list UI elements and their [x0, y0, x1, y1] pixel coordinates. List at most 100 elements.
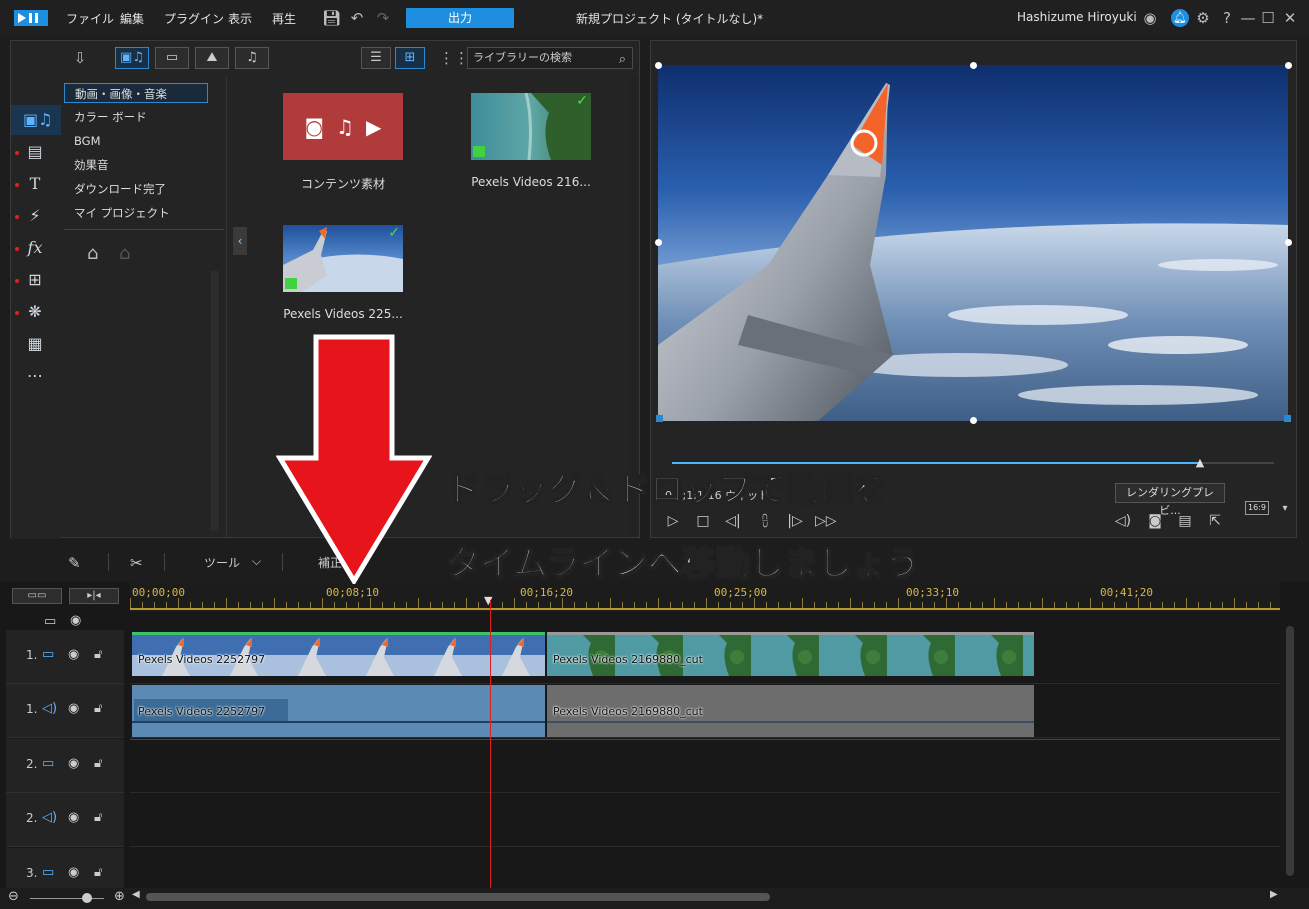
undo-icon[interactable]: ↶ [348, 9, 366, 27]
resize-handle[interactable] [970, 417, 977, 424]
maximize-icon[interactable]: ☐ [1259, 9, 1277, 27]
filter-video-button[interactable]: ▣♫ [115, 47, 149, 69]
eye-icon[interactable]: ◉ [70, 613, 81, 628]
library-search-input[interactable]: ライブラリーの検索 ⌕ [467, 47, 633, 69]
scissors-icon[interactable]: ✂ [130, 554, 143, 572]
media-room-icon[interactable]: ▣♫ [23, 109, 52, 131]
zoom-out-icon[interactable]: ⊖ [8, 889, 19, 904]
chevron-down-icon[interactable]: ▾ [1275, 499, 1295, 519]
fast-forward-icon[interactable]: ▷▷ [815, 511, 837, 531]
template-room-icon[interactable]: ▤ [23, 141, 47, 163]
menu-file[interactable]: ファイル [66, 10, 114, 27]
eye-icon[interactable]: ◉ [68, 756, 79, 771]
filter-film-button[interactable]: ▭ [155, 47, 189, 69]
lock-icon[interactable]: 🔓︎ [94, 756, 102, 771]
category-media[interactable]: 動画・画像・音楽 [64, 83, 208, 103]
chevron-down-icon[interactable]: ⌵ [252, 554, 261, 569]
wing-video-thumb[interactable]: ✓ [283, 225, 403, 292]
menu-edit[interactable]: 編集 [120, 10, 144, 27]
category-scrollbar[interactable] [211, 271, 219, 531]
play-icon[interactable]: ▷ [663, 511, 683, 531]
account-icon[interactable]: ◉ [1141, 9, 1159, 27]
lock-icon[interactable]: 🔓︎ [94, 810, 102, 825]
scroll-left-icon[interactable]: ◀ [132, 889, 140, 900]
import-icon[interactable]: ⇩ [71, 49, 89, 67]
aspect-ratio-button[interactable]: 16:9 [1245, 501, 1269, 515]
category-sfx[interactable]: 効果音 [64, 155, 208, 175]
audio-clip-aerial[interactable]: Pexels Videos 2169880_cut [547, 685, 1034, 737]
playhead[interactable] [490, 600, 491, 890]
pen-icon[interactable]: ✎ [68, 554, 81, 572]
track-row-video-2[interactable] [130, 739, 1280, 793]
pip-room-icon[interactable]: ⊞ [23, 269, 47, 291]
particle-room-icon[interactable]: ❋ [23, 301, 47, 323]
camera-icon[interactable]: ◙ [1145, 511, 1165, 531]
track-manager-button[interactable]: ▭▭ [12, 588, 62, 604]
grid-view-button[interactable]: ⊞ [395, 47, 425, 69]
category-my-projects[interactable]: マイ プロジェクト [64, 203, 208, 223]
output-button[interactable]: 出力 [406, 8, 514, 28]
category-bgm[interactable]: BGM [64, 131, 208, 151]
transition-room-icon[interactable]: ⚡ [23, 205, 47, 227]
save-icon[interactable]: 💾︎ [322, 9, 341, 27]
more-icon[interactable]: ⋯ [23, 365, 47, 387]
zoom-in-icon[interactable]: ⊕ [114, 889, 125, 904]
close-icon[interactable]: ✕ [1281, 9, 1299, 27]
search-icon[interactable]: ⌕ [619, 50, 626, 70]
filter-audio-button[interactable]: ♫ [235, 47, 269, 69]
gear-icon[interactable]: ⚙ [1194, 9, 1212, 27]
corner-handle[interactable] [656, 415, 663, 422]
eye-icon[interactable]: ◉ [68, 865, 79, 880]
user-name[interactable]: Hashizume Hiroyuki [1017, 10, 1137, 24]
list-view-button[interactable]: ☰ [361, 47, 391, 69]
eye-icon[interactable]: ◉ [68, 647, 79, 662]
subtitle-track-icon[interactable]: ▭ [44, 614, 56, 629]
resize-handle[interactable] [655, 239, 662, 246]
corner-handle[interactable] [1284, 415, 1291, 422]
resize-handle[interactable] [1285, 62, 1292, 69]
notification-icon[interactable]: 🔔︎ [1171, 9, 1189, 27]
add-tag-icon[interactable]: ⌂ [87, 243, 98, 264]
prev-frame-icon[interactable]: ◁| [723, 511, 743, 531]
menu-plugin[interactable]: プラグイン [164, 10, 224, 27]
zoom-slider[interactable] [30, 898, 104, 899]
video-clip-aerial[interactable]: Pexels Videos 2169880_cut [547, 632, 1034, 676]
sort-icon[interactable]: ⋮⋮ [439, 49, 469, 67]
subtitle-room-icon[interactable]: ▦ [23, 333, 47, 355]
resize-handle[interactable] [970, 62, 977, 69]
menu-playback[interactable]: 再生 [272, 10, 296, 27]
subtitle-icon[interactable]: ▤ [1175, 511, 1195, 531]
redo-icon[interactable]: ↷ [374, 9, 392, 27]
resize-handle[interactable] [1285, 239, 1292, 246]
time-ruler[interactable]: 00;00;00 00;08;10 00;16;20 00;25;00 00;3… [130, 582, 1280, 612]
playhead-marker-icon[interactable]: ▼ [484, 594, 498, 607]
effect-room-icon[interactable]: fx [23, 237, 47, 259]
audio-clip-wing[interactable]: Pexels Videos 2252797 [132, 685, 545, 737]
snapshot-frame-icon[interactable]: ⩉ [755, 511, 775, 531]
track-row-audio-2[interactable] [130, 793, 1280, 847]
timeline-hscroll[interactable] [146, 893, 770, 901]
timeline-vscroll[interactable] [1286, 626, 1294, 876]
fit-timeline-button[interactable]: ▸|◂ [69, 588, 119, 604]
progress-knob-icon[interactable]: ▲ [1196, 456, 1208, 469]
stop-icon[interactable]: □ [693, 511, 713, 531]
tools-menu[interactable]: ツール [204, 554, 240, 571]
lock-icon[interactable]: 🔓︎ [94, 647, 102, 662]
lock-icon[interactable]: 🔓︎ [94, 865, 102, 880]
title-room-icon[interactable]: T [23, 173, 47, 195]
preview-video[interactable] [658, 65, 1288, 421]
category-color-board[interactable]: カラー ボード [64, 107, 208, 127]
category-downloads[interactable]: ダウンロード完了 [64, 179, 208, 199]
eye-icon[interactable]: ◉ [68, 701, 79, 716]
eye-icon[interactable]: ◉ [68, 810, 79, 825]
undock-icon[interactable]: ⇱ [1205, 511, 1225, 531]
lock-icon[interactable]: 🔓︎ [94, 701, 102, 716]
video-clip-wing[interactable]: Pexels Videos 2252797 [132, 632, 545, 676]
minimize-icon[interactable]: — [1239, 9, 1257, 27]
menu-view[interactable]: 表示 [228, 10, 252, 27]
resize-handle[interactable] [655, 62, 662, 69]
help-icon[interactable]: ? [1218, 9, 1236, 27]
content-material-thumb[interactable]: ◙ ♫ ▶ [283, 93, 403, 160]
render-preview-button[interactable]: レンダリングプレビ... [1115, 483, 1225, 517]
next-frame-icon[interactable]: |▷ [785, 511, 805, 531]
